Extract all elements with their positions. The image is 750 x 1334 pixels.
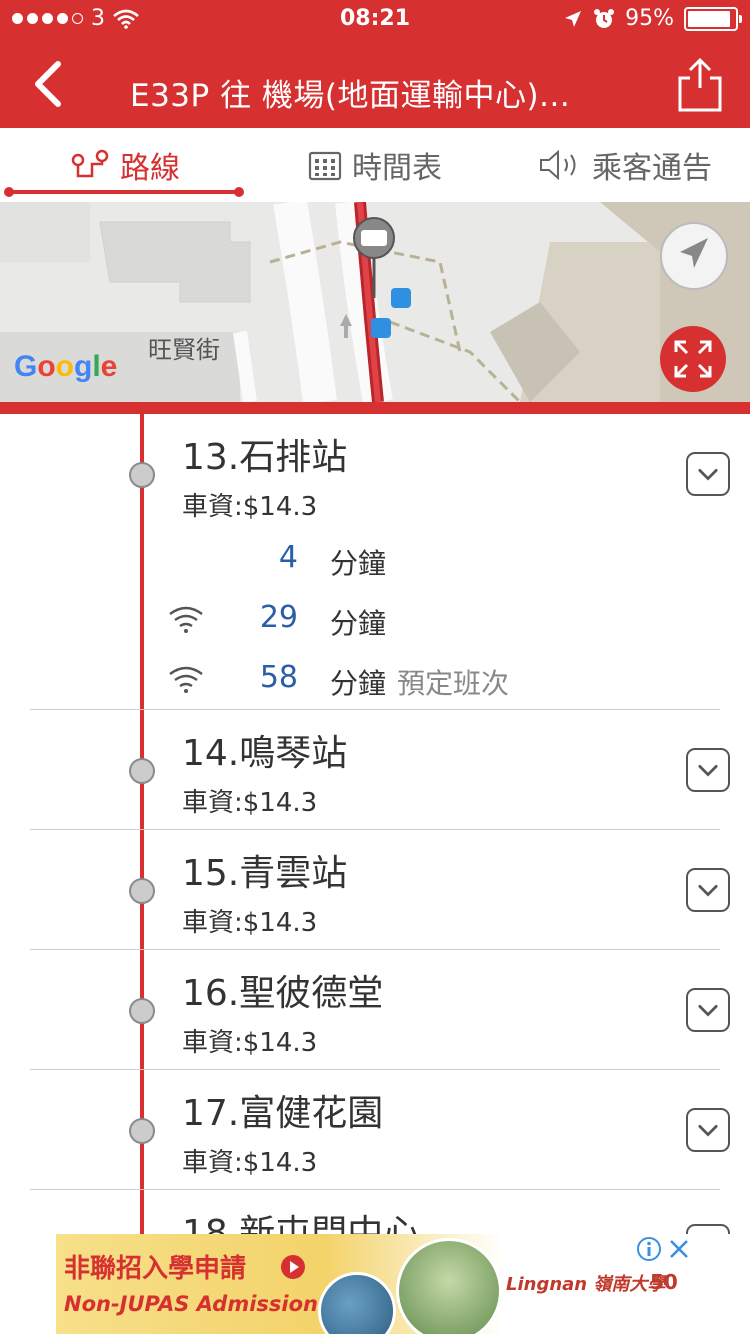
chevron-down-icon[interactable] (686, 868, 730, 912)
stop-item[interactable]: 13.石排站 車資:$14.3 4 分鐘 29 分鐘 58 分鐘 預定班次 (0, 414, 750, 710)
eta-minutes: 4 (278, 540, 298, 575)
tab-notice-label: 乘客通告 (592, 151, 712, 186)
nav-bar: E33P 往 機場(地面運輸中心)... (0, 40, 750, 128)
alarm-clock-icon (594, 8, 615, 28)
location-arrow-icon (565, 10, 582, 27)
battery-icon (684, 6, 742, 31)
stop-node (129, 998, 155, 1024)
stop-name: 16.聖彼德堂 (182, 973, 384, 1014)
ad-banner[interactable]: 非聯招入學申請 Non-JUPAS Admission Lingnan 嶺南大學… (56, 1234, 696, 1334)
navigation-arrow-icon (680, 238, 708, 268)
stop-item[interactable]: 14.鳴琴站 車資:$14.3 (0, 710, 750, 830)
eta-row: 29 分鐘 (0, 598, 750, 640)
stop-fare: 車資:$14.3 (182, 908, 318, 938)
ad-info-icon[interactable] (636, 1236, 662, 1262)
ad-photo (396, 1238, 502, 1334)
stop-item[interactable]: 16.聖彼德堂 車資:$14.3 (0, 950, 750, 1070)
ad-subtitle: Non-JUPAS Admission (64, 1292, 318, 1316)
page-title: E33P 往 機場(地面運輸中心)... (130, 78, 571, 114)
stop-fare: 車資:$14.3 (182, 1148, 318, 1178)
compass-button[interactable] (660, 222, 728, 290)
chevron-down-icon[interactable] (686, 1108, 730, 1152)
ad-title: 非聯招入學申請 (64, 1254, 247, 1284)
map-divider-bar (0, 402, 750, 414)
speaker-icon (540, 149, 576, 181)
tab-timetable[interactable]: 時間表 (250, 128, 500, 202)
stop-fare: 車資:$14.3 (182, 788, 318, 818)
eta-scheduled-note: 預定班次 (397, 667, 510, 700)
stop-name: 13.石排站 (182, 437, 348, 478)
status-right: 95% (563, 6, 742, 31)
chevron-down-icon[interactable] (686, 452, 730, 496)
eta-row: 4 分鐘 (0, 538, 750, 580)
active-tab-indicator (4, 187, 244, 197)
ad-brand: Lingnan 嶺南大學 (506, 1274, 666, 1295)
stop-item[interactable]: 17.富健花園 車資:$14.3 (0, 1070, 750, 1190)
stop-node (129, 462, 155, 488)
share-button[interactable] (672, 54, 728, 114)
stop-name: 14.鳴琴站 (182, 733, 348, 774)
ad-anniversary-badge: 50 (650, 1270, 678, 1294)
realtime-signal-icon (169, 606, 203, 633)
eta-unit: 分鐘 (330, 667, 387, 700)
fullscreen-icon (674, 340, 712, 378)
stop-fare: 車資:$14.3 (182, 1028, 318, 1058)
back-button[interactable] (20, 54, 80, 114)
eta-row: 58 分鐘 預定班次 (0, 658, 750, 700)
eta-unit: 分鐘 (330, 547, 387, 580)
chevron-down-icon[interactable] (686, 748, 730, 792)
google-logo: Google (14, 350, 118, 383)
map-street-label: 旺賢街 (148, 336, 220, 364)
map-view[interactable]: 旺賢街 Google (0, 202, 750, 402)
tab-bar: 路線 時間表 乘客通告 (0, 128, 750, 203)
eta-unit: 分鐘 (330, 607, 387, 640)
stop-item[interactable]: 15.青雲站 車資:$14.3 (0, 830, 750, 950)
battery-percent: 95% (625, 6, 674, 31)
stop-item[interactable]: 18.新屯門中心 (0, 1190, 750, 1234)
stop-node (129, 1118, 155, 1144)
tab-timetable-label: 時間表 (352, 151, 442, 186)
stop-name: 15.青雲站 (182, 853, 348, 894)
calendar-icon (308, 151, 342, 181)
eta-minutes: 58 (259, 660, 298, 695)
chevron-down-icon[interactable] (686, 988, 730, 1032)
status-bar: 3 08:21 95% (0, 0, 750, 40)
play-icon (281, 1255, 305, 1279)
stop-node (129, 878, 155, 904)
route-icon (71, 149, 109, 178)
stop-fare: 車資:$14.3 (182, 492, 318, 522)
expand-map-button[interactable] (660, 326, 726, 392)
ad-close-icon[interactable] (666, 1236, 692, 1262)
eta-minutes: 29 (259, 600, 298, 635)
realtime-signal-icon (169, 666, 203, 693)
chevron-down-icon[interactable] (686, 1224, 730, 1234)
stop-name: 18.新屯門中心 (182, 1213, 420, 1234)
stop-node (129, 758, 155, 784)
tab-notice[interactable]: 乘客通告 (500, 128, 750, 202)
stop-name: 17.富健花園 (182, 1093, 384, 1134)
tab-route-label: 路線 (120, 151, 180, 186)
